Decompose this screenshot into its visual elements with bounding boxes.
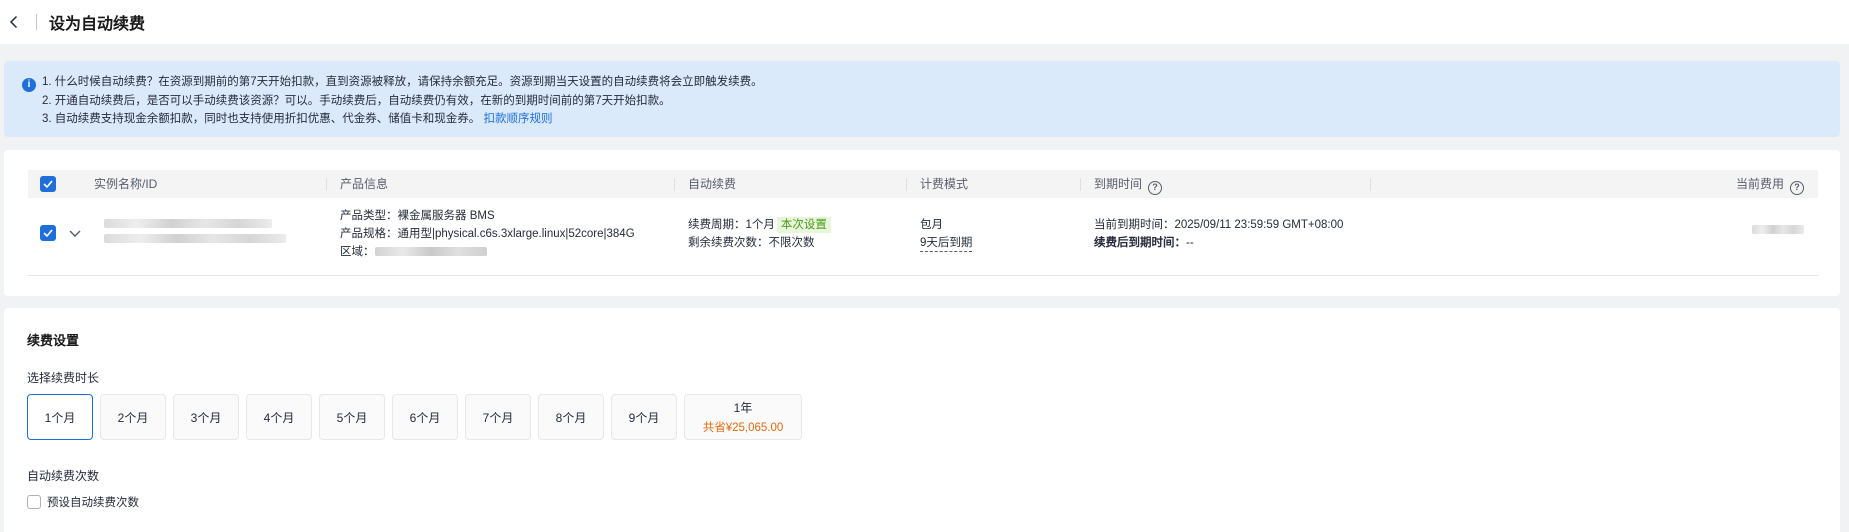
duration-label: 选择续费时长 (27, 371, 100, 385)
preset-renew-count-checkbox[interactable] (27, 495, 41, 509)
duration-option-4-months[interactable]: 4个月 (246, 394, 312, 440)
duration-option-5-months[interactable]: 5个月 (319, 394, 385, 440)
column-expire-time: 到期时间? (1094, 170, 1163, 198)
expire-current: 当前到期时间：2025/09/11 23:59:59 GMT+08:00 (1094, 219, 1344, 231)
auto-renew-cell: 续费周期：1个月 本次设置 剩余续费次数：不限次数 (688, 216, 831, 252)
preset-renew-count-label[interactable]: 预设自动续费次数 (47, 494, 139, 510)
column-divider (906, 178, 907, 191)
table-row: 产品类型：裸金属服务器 BMS 产品规格：通用型|physical.c6s.3x… (28, 198, 1818, 276)
select-all-checkbox[interactable] (40, 176, 56, 192)
column-instance-name: 实例名称/ID (94, 177, 158, 191)
section-title: 续费设置 (27, 333, 80, 348)
renew-count-label: 自动续费次数 (27, 469, 100, 483)
notice-line-2: 2. 开通自动续费后，是否可以手动续费该资源？可以。手动续费后，自动续费仍有效，… (42, 95, 671, 107)
product-spec: 产品规格：通用型|physical.c6s.3xlarge.linux|52co… (340, 228, 635, 240)
column-billing-mode: 计费模式 (920, 177, 969, 191)
notice-line-1: 1. 什么时候自动续费？在资源到期前的第7天开始扣款，直到资源被释放，请保持余额… (42, 76, 763, 88)
row-checkbox[interactable] (40, 225, 56, 241)
expire-after-value: -- (1186, 237, 1194, 249)
expire-time-cell: 当前到期时间：2025/09/11 23:59:59 GMT+08:00 续费后… (1094, 216, 1343, 252)
duration-option-8-months[interactable]: 8个月 (538, 394, 604, 440)
renew-period: 续费周期：1个月 (688, 219, 775, 231)
renewal-settings-card: 续费设置 选择续费时长 1个月 2个月 3个月 4个月 5个月 6个月 7个月 … (4, 308, 1840, 532)
duration-option-1-month[interactable]: 1个月 (27, 394, 93, 440)
column-current-cost: 当前费用? (1736, 170, 1804, 198)
column-product-info: 产品信息 (340, 177, 389, 191)
current-cost-redacted (1752, 225, 1804, 234)
header-divider (36, 14, 37, 30)
column-divider (1370, 178, 1371, 191)
product-info-cell: 产品类型：裸金属服务器 BMS 产品规格：通用型|physical.c6s.3x… (340, 207, 635, 261)
renew-tag: 本次设置 (776, 217, 831, 233)
deduction-order-link[interactable]: 扣款顺序规则 (484, 113, 553, 125)
column-divider (1080, 178, 1081, 191)
column-divider (326, 178, 327, 191)
expire-after-label: 续费后到期时间： (1094, 237, 1186, 249)
product-type: 产品类型：裸金属服务器 BMS (340, 210, 495, 222)
help-icon[interactable]: ? (1148, 180, 1163, 195)
renew-remaining: 剩余续费次数：不限次数 (688, 237, 815, 249)
column-divider (674, 178, 675, 191)
instance-name-redacted (104, 219, 286, 243)
billing-mode-cell: 包月 9天后到期 (920, 216, 973, 252)
notice-line-3: 3. 自动续费支持现金余额扣款，同时也支持使用折扣优惠、代金券、储值卡和现金券。 (42, 113, 481, 125)
page-title: 设为自动续费 (49, 16, 146, 33)
column-auto-renew: 自动续费 (688, 177, 737, 191)
duration-option-2-months[interactable]: 2个月 (100, 394, 166, 440)
expand-chevron-icon[interactable] (68, 226, 82, 240)
year-saving: 共省¥25,065.00 (702, 422, 784, 434)
info-icon: i (22, 78, 36, 92)
region-redacted (374, 247, 487, 257)
help-icon[interactable]: ? (1790, 180, 1804, 195)
duration-option-6-months[interactable]: 6个月 (392, 394, 458, 440)
duration-option-1-year[interactable]: 1年 共省¥25,065.00 (684, 394, 802, 440)
duration-option-9-months[interactable]: 9个月 (611, 394, 677, 440)
info-notice: i 1. 什么时候自动续费？在资源到期前的第7天开始扣款，直到资源被释放，请保持余… (4, 61, 1840, 137)
instance-table-card: 实例名称/ID 产品信息 自动续费 计费模式 到期时间? 当前费用? 产品类型：… (4, 150, 1840, 296)
page-header: 设为自动续费 (0, 0, 1849, 44)
duration-option-7-months[interactable]: 7个月 (465, 394, 531, 440)
billing-expire-hint[interactable]: 9天后到期 (920, 236, 973, 252)
billing-mode: 包月 (920, 219, 943, 231)
year-label: 1年 (733, 401, 753, 415)
duration-option-3-months[interactable]: 3个月 (173, 394, 239, 440)
table-header: 实例名称/ID 产品信息 自动续费 计费模式 到期时间? 当前费用? (28, 170, 1818, 198)
back-arrow-icon[interactable] (4, 12, 24, 32)
region-label: 区域： (340, 246, 375, 258)
